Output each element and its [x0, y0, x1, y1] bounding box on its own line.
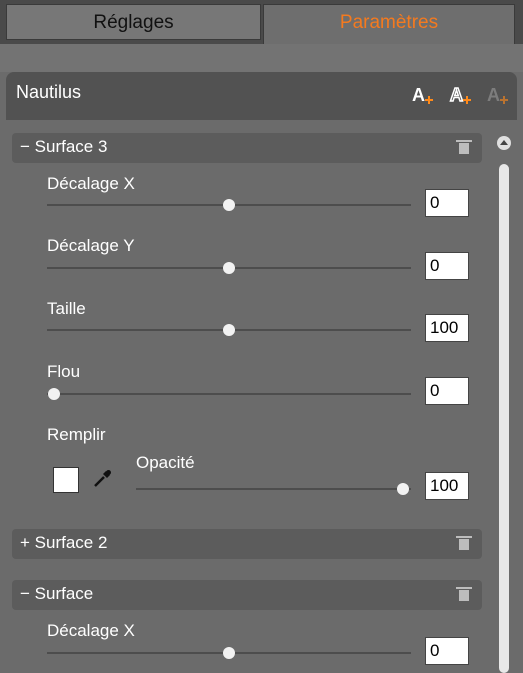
value-input[interactable]: 100	[425, 314, 469, 342]
section-label: − Surface	[20, 584, 94, 603]
tab-bar: Réglages Paramètres	[0, 0, 523, 44]
slider-track[interactable]	[47, 199, 411, 211]
opacity-slider-knob[interactable]	[396, 483, 409, 495]
fill-color-swatch[interactable]	[53, 467, 79, 493]
trash-icon[interactable]	[456, 536, 472, 550]
panel-title: Nautilus	[16, 82, 82, 102]
add-shape-icon[interactable]: A	[449, 84, 473, 108]
add-effect-icon[interactable]: A	[486, 84, 510, 108]
svg-text:A: A	[450, 85, 463, 105]
opacity-label: Opacité	[136, 453, 195, 472]
scroll-thumb[interactable]	[499, 164, 509, 673]
value-input[interactable]: 0	[425, 637, 469, 665]
svg-text:A: A	[412, 85, 425, 105]
section-header-surface-2[interactable]: + Surface 2	[12, 529, 482, 559]
panel-header: Nautilus A A A	[6, 72, 517, 120]
tab-reglages[interactable]: Réglages	[6, 4, 261, 40]
top-strip	[0, 44, 523, 72]
opacity-slider-track[interactable]	[136, 483, 411, 495]
param-label: Flou	[47, 362, 81, 381]
slider-knob[interactable]	[48, 388, 61, 400]
trash-icon[interactable]	[456, 140, 472, 154]
param-label: Taille	[47, 299, 86, 318]
slider-track[interactable]	[47, 388, 411, 400]
eyedropper-icon[interactable]	[92, 467, 114, 489]
svg-text:A: A	[487, 85, 500, 105]
param-label: Décalage X	[47, 621, 135, 640]
slider-knob[interactable]	[223, 199, 235, 211]
opacity-input[interactable]: 100	[425, 472, 469, 500]
value-input[interactable]: 0	[425, 377, 469, 405]
add-text-icon[interactable]: A	[411, 84, 435, 108]
slider-track[interactable]	[47, 262, 411, 274]
scroll-up-icon[interactable]	[497, 136, 511, 150]
trash-icon[interactable]	[456, 587, 472, 601]
section-header-surface[interactable]: − Surface	[12, 580, 482, 610]
section-label: − Surface 3	[20, 137, 108, 156]
scrollbar[interactable]	[496, 120, 514, 673]
slider-knob[interactable]	[223, 262, 235, 274]
value-input[interactable]: 0	[425, 189, 469, 217]
slider-knob[interactable]	[223, 647, 235, 659]
param-label: Décalage X	[47, 174, 135, 193]
section-label: + Surface 2	[20, 533, 108, 552]
slider-knob[interactable]	[223, 324, 235, 336]
slider-track[interactable]	[47, 647, 411, 659]
fill-label: Remplir	[47, 425, 106, 444]
slider-track[interactable]	[47, 324, 411, 336]
param-label: Décalage Y	[47, 236, 135, 255]
settings-content: − Surface 3 Décalage X 0 Décalage Y 0 Ta…	[0, 120, 523, 673]
value-input[interactable]: 0	[425, 252, 469, 280]
tab-parametres[interactable]: Paramètres	[263, 4, 515, 44]
section-header-surface-3[interactable]: − Surface 3	[12, 133, 482, 163]
